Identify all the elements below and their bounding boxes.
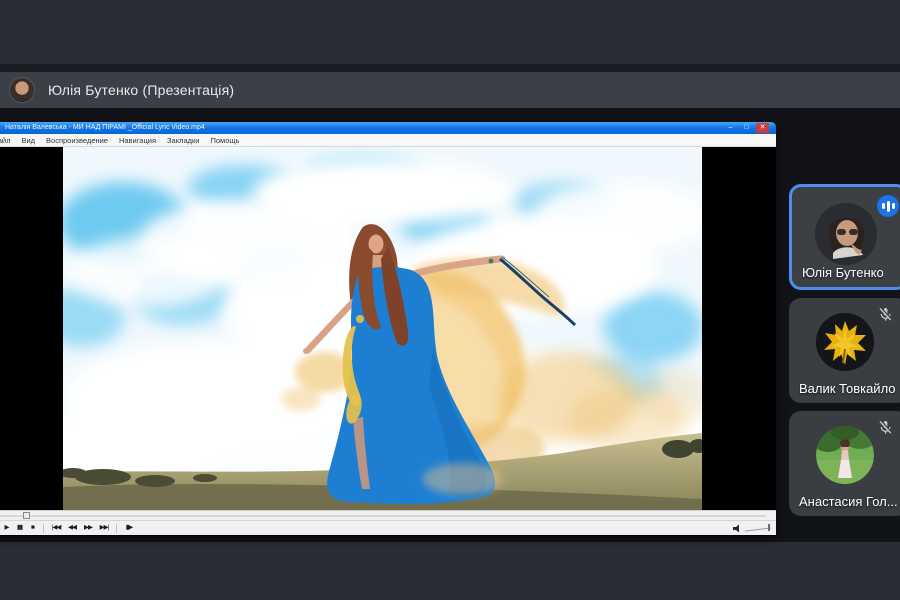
participant-name: Анастасия Гол... [799, 494, 898, 509]
participant-tile-valik[interactable]: Валик Товкайло [789, 298, 900, 403]
avatar [815, 203, 877, 265]
avatar [816, 313, 874, 371]
audio-activity-icon [877, 195, 899, 217]
speaker-icon[interactable] [733, 524, 743, 535]
frame-step-button[interactable]: ▮▶ [121, 521, 137, 535]
video-display-area [0, 147, 776, 510]
divider [43, 524, 44, 533]
maximize-button[interactable]: □ [740, 123, 753, 133]
participant-tile-anastasia[interactable]: Анастасия Гол... [789, 411, 900, 516]
transport-controls: ▶ ▮▮ ■ |◀◀ ◀◀ ▶▶ ▶▶| ▮▶ [0, 520, 776, 535]
mic-off-icon [877, 306, 894, 323]
seek-thumb[interactable] [23, 512, 30, 519]
participant-tile-julia[interactable]: Юлія Бутенко [789, 184, 900, 290]
close-button[interactable]: ✕ [756, 123, 769, 133]
rewind-button[interactable]: ◀◀ [64, 521, 80, 535]
skip-forward-button[interactable]: ▶▶| [96, 521, 112, 535]
menu-playback[interactable]: Воспроизведение [46, 136, 108, 145]
player-menubar: Файл Вид Воспроизведение Навигация Закла… [0, 134, 776, 147]
menu-view[interactable]: Вид [21, 136, 35, 145]
divider [116, 524, 117, 533]
presenter-label: Юлія Бутенко (Презентація) [48, 82, 234, 98]
minimize-button[interactable]: – [724, 123, 737, 133]
seek-bar[interactable] [0, 510, 776, 520]
menu-help[interactable]: Помощь [210, 136, 239, 145]
top-divider-band [0, 64, 900, 72]
presenter-header: Юлія Бутенко (Презентація) [0, 72, 900, 108]
seek-track[interactable] [0, 515, 766, 517]
media-player-window: Наталія Валевська - МИ НАД ПІРАМІ _Offic… [0, 122, 776, 536]
menu-bookmarks[interactable]: Закладки [167, 136, 199, 145]
forward-button[interactable]: ▶▶ [80, 521, 96, 535]
stop-button[interactable]: ■ [26, 521, 39, 535]
pause-button[interactable]: ▮▮ [13, 521, 26, 535]
participant-name: Юлія Бутенко [802, 265, 884, 280]
player-window-title: Наталія Валевська - МИ НАД ПІРАМІ _Offic… [5, 122, 565, 134]
music-video-scene [63, 147, 702, 510]
skip-back-button[interactable]: |◀◀ [48, 521, 64, 535]
participant-name: Валик Товкайло [799, 381, 896, 396]
avatar [816, 426, 874, 484]
video-content [63, 147, 702, 510]
mic-off-icon [877, 419, 894, 436]
menu-navigation[interactable]: Навигация [119, 136, 156, 145]
menu-file[interactable]: Файл [0, 136, 10, 145]
player-titlebar[interactable]: Наталія Валевська - МИ НАД ПІРАМІ _Offic… [0, 122, 776, 134]
presenter-avatar [9, 77, 35, 103]
volume-slider-thumb[interactable] [768, 524, 770, 531]
play-button[interactable]: ▶ [0, 521, 13, 535]
